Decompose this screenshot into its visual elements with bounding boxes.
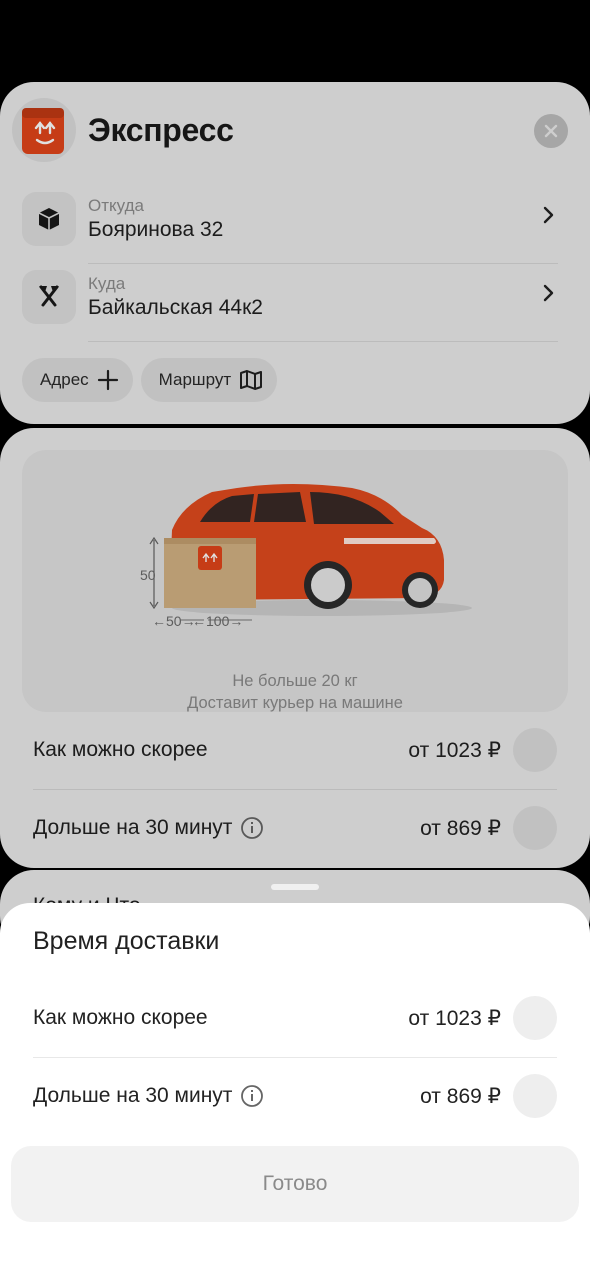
info-icon[interactable] [240,1084,264,1108]
option-price: от 869 ₽ [420,1085,501,1108]
option-radio[interactable] [513,996,557,1040]
sheet-grabber[interactable] [271,884,319,890]
sheet-option-asap[interactable]: Как можно скорее от 1023 ₽ [33,980,557,1058]
delivery-time-sheet: Время доставки Как можно скорее от 1023 … [0,903,590,1280]
option-label: Дольше на 30 минут [33,1084,264,1108]
sheet-title: Время доставки [33,927,220,955]
sheet-option-later[interactable]: Дольше на 30 минут от 869 ₽ [33,1058,557,1136]
option-label: Как можно скорее [33,1006,208,1029]
screen: Экспресс Откуда Бояринова 32 Куда Байкал… [0,0,590,1280]
done-button[interactable]: Готово [11,1146,579,1222]
option-price: от 1023 ₽ [408,1007,501,1030]
option-radio[interactable] [513,1074,557,1118]
